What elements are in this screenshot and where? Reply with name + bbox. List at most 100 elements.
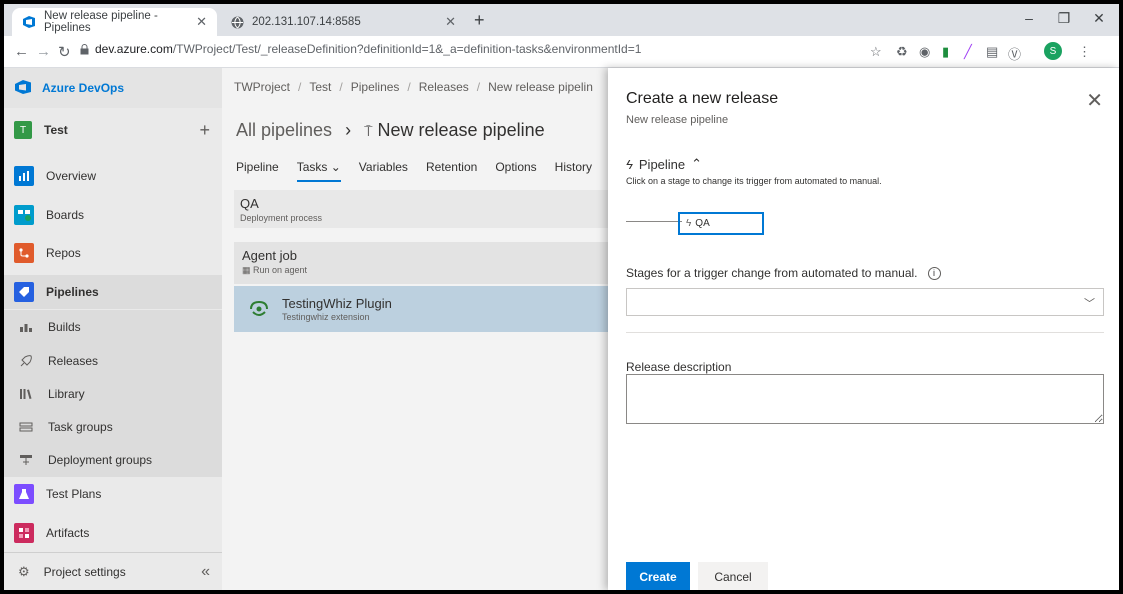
tab-tasks[interactable]: Tasks ⌄	[296, 160, 341, 182]
collapse-nav-icon[interactable]: «	[201, 563, 210, 581]
stage-connector	[626, 221, 682, 222]
globe-icon	[230, 15, 244, 29]
testingwhiz-logo-icon	[248, 299, 270, 319]
nav-item-deployment-groups[interactable]: Deployment groups	[4, 443, 222, 477]
close-window-icon[interactable]: ✕	[1084, 10, 1114, 27]
back-icon[interactable]: ←	[14, 43, 29, 60]
add-icon[interactable]: +	[199, 120, 210, 141]
cancel-button[interactable]: Cancel	[698, 562, 768, 590]
nav-label: Task groups	[48, 420, 113, 434]
lock-icon	[80, 43, 89, 55]
url-field[interactable]: dev.azure.com/TWProject/Test/_releaseDef…	[80, 42, 641, 56]
nav-item-repos[interactable]: Repos	[4, 236, 222, 270]
overview-icon	[14, 166, 34, 186]
breadcrumb-item[interactable]: TWProject	[234, 80, 290, 94]
project-settings[interactable]: ⚙ Project settings «	[4, 552, 222, 590]
breadcrumb-item[interactable]: Pipelines	[351, 80, 400, 94]
tab-pipeline[interactable]: Pipeline	[236, 160, 279, 182]
azure-devops-logo-icon	[14, 79, 32, 98]
release-description-label: Release description	[626, 360, 732, 374]
release-description-input[interactable]	[626, 374, 1104, 424]
reload-icon[interactable]: ↻	[58, 43, 71, 61]
tab-options[interactable]: Options	[495, 160, 536, 182]
url-path: /TWProject/Test/_releaseDefinition?defin…	[172, 42, 642, 56]
releases-icon	[18, 353, 34, 369]
release-pipeline-icon: ⍑	[364, 123, 373, 139]
forward-icon[interactable]: →	[36, 43, 51, 60]
nav-item-builds[interactable]: Builds	[4, 310, 222, 344]
tab-tasks-label: Tasks	[296, 160, 328, 174]
chevron-down-icon: ⌄	[330, 160, 341, 174]
url-host: dev.azure.com	[95, 42, 173, 56]
all-pipelines-link[interactable]: All pipelines	[236, 120, 332, 140]
nav-item-boards[interactable]: Boards	[4, 198, 222, 232]
nav-item-artifacts[interactable]: Artifacts	[4, 516, 222, 550]
close-icon[interactable]: ✕	[1086, 88, 1103, 113]
nav-label: Releases	[48, 354, 99, 368]
extension-pen-icon[interactable]: ╱	[964, 44, 972, 60]
close-tab-icon[interactable]: ✕	[445, 14, 456, 30]
app-name: Azure DevOps	[42, 81, 125, 95]
nav-label: Repos	[46, 246, 81, 260]
artifacts-icon	[14, 523, 34, 543]
info-icon[interactable]: i	[927, 266, 941, 280]
task-subtitle: Testingwhiz extension	[282, 312, 370, 322]
tab-retention[interactable]: Retention	[426, 160, 477, 182]
create-release-panel: Create a new release New release pipelin…	[608, 68, 1119, 590]
pipeline-hint: Click on a stage to change its trigger f…	[626, 176, 882, 186]
trigger-stages-dropdown[interactable]: ﹀	[626, 288, 1104, 316]
breadcrumb-item[interactable]: Test	[309, 80, 331, 94]
project-row[interactable]: T Test +	[4, 108, 222, 152]
panel-title: Create a new release	[626, 90, 779, 107]
extension-circle-icon[interactable]: ◉	[919, 44, 930, 60]
profile-avatar[interactable]: S	[1044, 42, 1062, 60]
bookmark-star-icon[interactable]: ☆	[870, 44, 882, 60]
stage-chip-qa[interactable]: ϟ QA	[678, 212, 764, 235]
pipeline-name[interactable]: New release pipeline	[378, 120, 545, 140]
nav-label: Library	[48, 387, 85, 401]
browser-tab-title: New release pipeline - Pipelines	[44, 10, 158, 34]
browser-tab[interactable]: 202.131.107.14:8585 ✕	[220, 8, 466, 36]
minimize-icon[interactable]: –	[1014, 10, 1044, 26]
nav-item-task-groups[interactable]: Task groups	[4, 410, 222, 444]
extension-v-icon[interactable]: Ⓥ	[1008, 44, 1021, 63]
nav-item-releases[interactable]: Releases	[4, 344, 222, 378]
extension-green-icon[interactable]: ▮	[942, 44, 949, 60]
gear-icon: ⚙	[18, 563, 30, 579]
nav-item-test-plans[interactable]: Test Plans	[4, 477, 222, 511]
create-button[interactable]: Create	[626, 562, 690, 590]
repos-icon	[14, 243, 34, 263]
breadcrumb: TWProject / Test / Pipelines / Releases / New re…	[234, 80, 593, 94]
task-name: TestingWhiz Plugin	[282, 296, 392, 311]
pipeline-section-toggle[interactable]: ϟ Pipeline ⌃	[626, 156, 702, 172]
tab-variables[interactable]: Variables	[359, 160, 408, 182]
nav-label: Overview	[46, 169, 97, 183]
new-tab-icon[interactable]: +	[474, 10, 485, 31]
nav-item-overview[interactable]: Overview	[4, 159, 222, 193]
breadcrumb-item[interactable]: New release pipelin	[488, 80, 593, 94]
trigger-stages-text: Stages for a trigger change from automat…	[626, 266, 918, 280]
nav-item-library[interactable]: Library	[4, 377, 222, 411]
browser-tab-active[interactable]: New release pipeline - Pipelines ✕	[12, 8, 217, 36]
browser-menu-icon[interactable]: ⋮	[1078, 44, 1091, 60]
tab-history[interactable]: History	[555, 160, 592, 182]
nav-item-pipelines[interactable]: Pipelines	[4, 275, 222, 309]
nav-label: Boards	[46, 208, 85, 222]
test-plans-icon	[14, 484, 34, 504]
browser-tab-title: 202.131.107.14:8585	[252, 16, 361, 28]
extension-doc-icon[interactable]: ▤	[986, 44, 998, 60]
browser-tab-strip: New release pipeline - Pipelines ✕ 202.1…	[4, 4, 1119, 36]
restore-icon[interactable]: ❐	[1049, 10, 1079, 27]
extension-recycle-icon[interactable]: ♻	[896, 44, 908, 60]
chevron-down-icon: ﹀	[1084, 298, 1095, 310]
close-tab-icon[interactable]: ✕	[196, 14, 207, 30]
deployment-groups-icon	[18, 452, 34, 468]
brand-bar[interactable]: Azure DevOps	[4, 68, 222, 108]
breadcrumb-item[interactable]: Releases	[419, 80, 469, 94]
chevron-up-icon: ⌃	[691, 156, 703, 171]
trigger-icon: ϟ	[686, 218, 692, 229]
nav-label: Test Plans	[46, 487, 102, 501]
pipeline-tabs: Pipeline Tasks ⌄ Variables Retention Opt…	[236, 160, 610, 182]
azure-devops-favicon-icon	[22, 15, 36, 29]
nav-label: Artifacts	[46, 526, 90, 540]
